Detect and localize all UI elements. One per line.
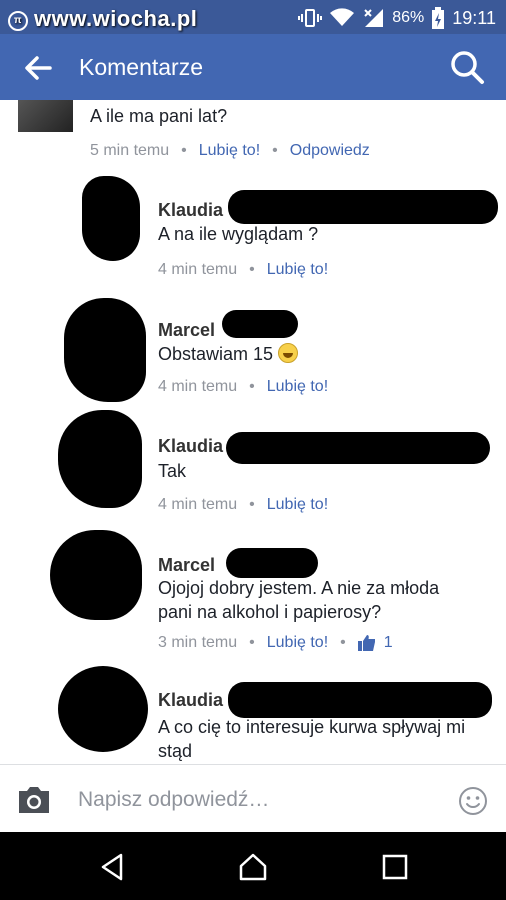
signal-icon [364,9,384,27]
reply-composer [0,764,506,832]
comment-time: 4 min temu [158,496,238,513]
comment-item: Klaudia A na ile wyglądam ? 4 min temu •… [0,176,506,286]
app-bar: Komentarze [0,34,506,100]
comment-text: Tak [158,461,187,481]
redaction-mark [228,682,492,718]
like-link[interactable]: Lubię to! [267,261,328,279]
avatar[interactable] [64,298,146,402]
watermark-text: www.wiocha.pl [34,6,198,31]
status-indicators: 86% 19:11 [298,7,496,29]
comment-time: 4 min temu [158,378,238,395]
redaction-mark [226,432,490,464]
separator-dot: • [181,142,187,159]
comment-author[interactable]: Marcel [158,555,215,576]
comment-author[interactable]: Klaudia [158,690,223,711]
comment-meta: 4 min temu • Lubię to! [158,261,328,279]
like-link[interactable]: Lubię to! [267,496,328,514]
comment-item: A ile ma pani lat? 5 min temu • Lubię to… [0,100,506,166]
separator-dot: • [272,142,278,159]
comment-text: A na ile wyglądam ? [158,224,319,244]
comment-item: Klaudia A co cię to interesuje kurwa spł… [0,666,506,764]
watermark-logo-icon: π [8,11,28,31]
smiley-emoji-icon [278,343,299,363]
comment-author[interactable]: Klaudia [158,200,223,221]
thumbs-up-icon [357,635,375,651]
comment-meta: 4 min temu • Lubię to! [158,496,328,514]
comment-meta: 3 min temu • Lubię to! • 1 [158,634,393,652]
reply-input[interactable] [78,785,438,815]
back-triangle-icon[interactable] [98,852,128,882]
page-title: Komentarze [79,54,204,80]
comment-text-body: Obstawiam 15 [158,344,274,364]
redaction-mark [222,310,298,338]
wifi-icon [330,8,355,26]
like-link[interactable]: Lubię to! [267,378,328,396]
comment-time: 5 min temu [90,142,170,159]
like-count: 1 [383,634,393,651]
like-link[interactable]: Lubię to! [199,142,260,160]
comment-meta: 4 min temu • Lubię to! [158,378,328,396]
avatar[interactable] [50,530,142,620]
like-link[interactable]: Lubię to! [267,634,328,652]
comment-text: A ile ma pani lat? [90,106,228,126]
vibrate-icon [298,9,323,27]
avatar[interactable] [58,410,142,508]
comment-time: 4 min temu [158,261,238,278]
comment-time: 3 min temu [158,634,238,651]
comment-item: Marcel Ojojoj dobry jestem. A nie za mło… [0,528,506,660]
camera-icon[interactable] [16,785,52,815]
redaction-mark [228,190,498,224]
recents-icon[interactable] [380,852,410,882]
comment-text: A co cię to interesuje kurwa spływaj mi … [158,717,466,761]
reply-link[interactable]: Odpowiedz [290,142,370,160]
redaction-mark [226,548,318,578]
comment-meta: 5 min temu • Lubię to! • Odpowiedz [90,142,370,160]
search-icon[interactable] [448,48,486,86]
battery-percent: 86% [392,9,425,26]
comment-author[interactable]: Marcel [158,320,215,341]
separator-dot: • [340,634,346,651]
avatar[interactable] [82,176,140,261]
battery-icon [432,7,445,29]
separator-dot: • [249,378,255,395]
system-nav-bar [0,832,506,900]
home-icon[interactable] [238,852,268,882]
separator-dot: • [249,634,255,651]
avatar[interactable] [18,100,73,132]
watermark: π www.wiocha.pl [8,6,197,32]
separator-dot: • [249,261,255,278]
separator-dot: • [249,496,255,513]
avatar[interactable] [58,666,148,752]
comment-author[interactable]: Klaudia [158,436,223,457]
comment-text: Obstawiam 15 [158,342,299,366]
comment-item: Klaudia Tak 4 min temu • Lubię to! [0,410,506,520]
clock: 19:11 [452,7,496,28]
back-arrow-icon[interactable] [20,50,56,86]
comment-list: A ile ma pani lat? 5 min temu • Lubię to… [0,100,506,764]
comment-item: Marcel Obstawiam 15 4 min temu • Lubię t… [0,296,506,406]
comment-text: Ojojoj dobry jestem. A nie za młoda pani… [158,578,440,622]
emoji-icon[interactable] [458,786,488,816]
status-bar: π www.wiocha.pl 86% 19:11 [0,0,506,34]
